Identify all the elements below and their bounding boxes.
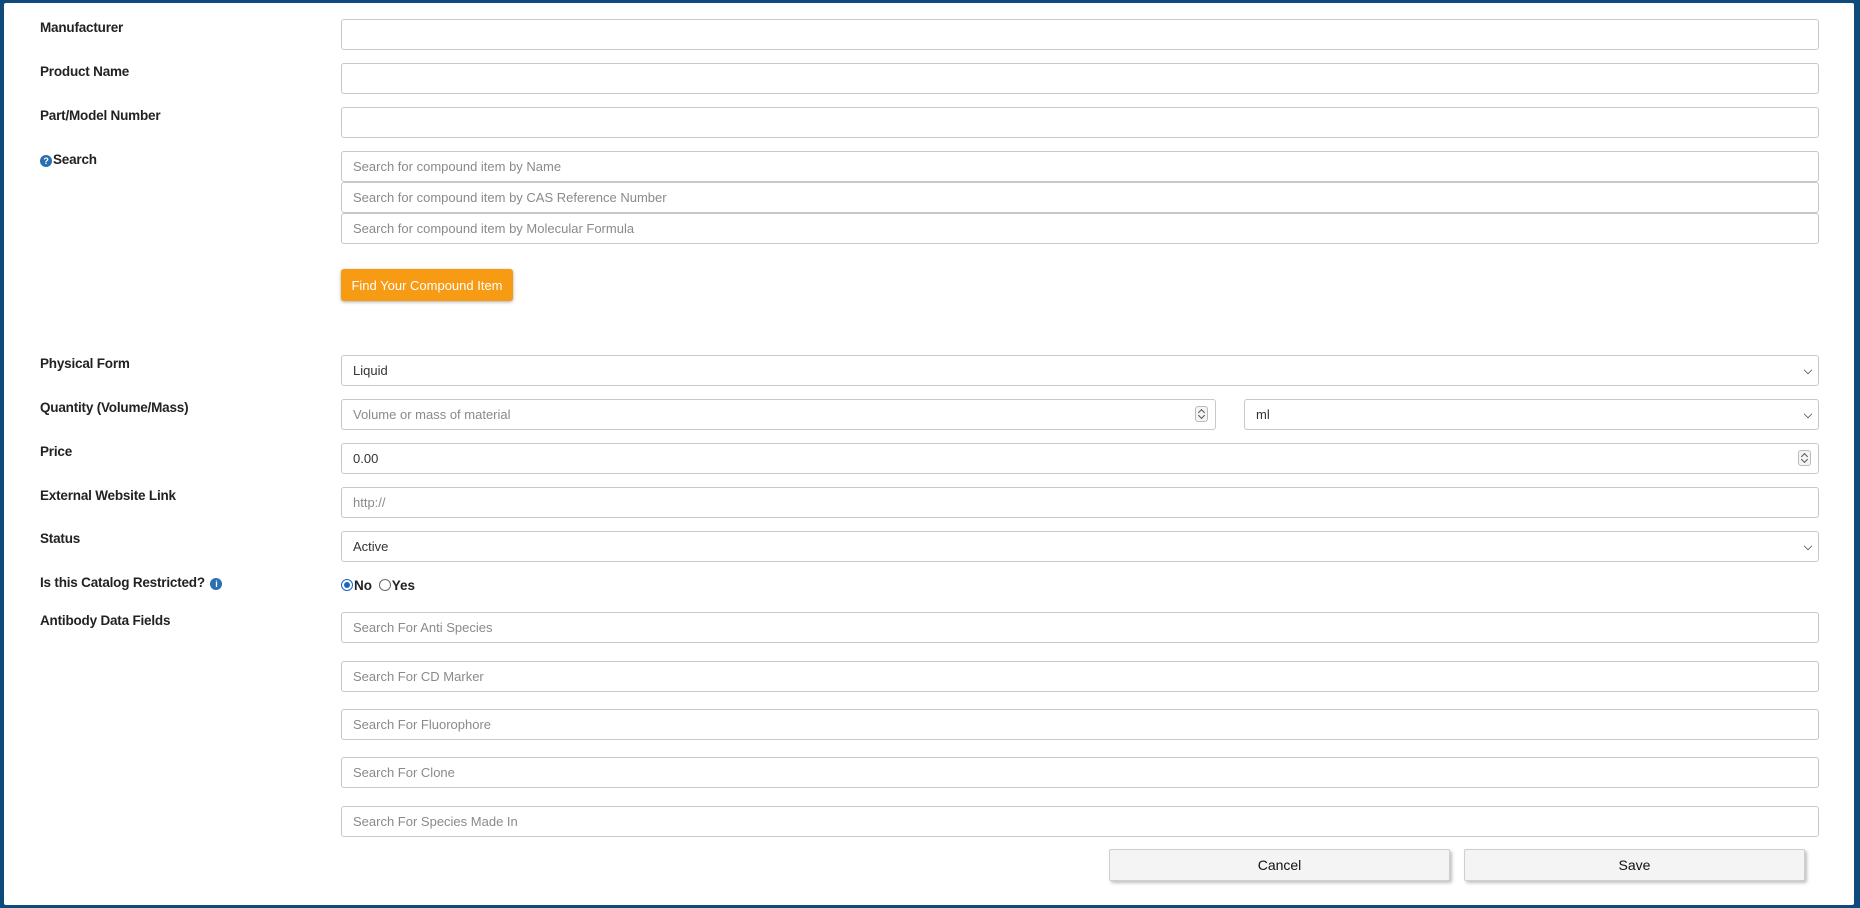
- quantity-unit-value: ml: [1256, 407, 1270, 422]
- quantity-unit-select[interactable]: ml: [1244, 399, 1819, 430]
- help-icon[interactable]: ?: [40, 155, 52, 167]
- status-select[interactable]: Active: [341, 531, 1819, 562]
- price-label: Price: [40, 444, 73, 459]
- restricted-label: Is this Catalog Restricted? i: [40, 575, 223, 590]
- status-value: Active: [353, 539, 389, 554]
- status-label: Status: [40, 531, 81, 546]
- part-model-number-input[interactable]: [341, 107, 1819, 138]
- cancel-button[interactable]: Cancel: [1109, 849, 1450, 881]
- physical-form-value: Liquid: [353, 363, 388, 378]
- product-name-input[interactable]: [341, 63, 1819, 94]
- physical-form-select[interactable]: Liquid: [341, 355, 1819, 386]
- restricted-yes-label: Yes: [391, 578, 416, 593]
- quantity-label: Quantity (Volume/Mass): [40, 400, 189, 415]
- chevron-down-icon: [1803, 365, 1813, 375]
- chevron-down-icon: [1803, 541, 1813, 551]
- product-name-label: Product Name: [40, 64, 130, 79]
- search-by-cas-input[interactable]: [341, 182, 1819, 213]
- price-stepper[interactable]: [1798, 450, 1811, 466]
- catalog-item-dialog: Manufacturer Product Name Part/Model Num…: [4, 3, 1854, 905]
- quantity-field: [341, 399, 1216, 430]
- chevron-down-icon: [1803, 409, 1813, 419]
- external-link-input[interactable]: [341, 487, 1819, 518]
- search-by-formula-input[interactable]: [341, 213, 1819, 244]
- cd-marker-input[interactable]: [341, 661, 1819, 692]
- manufacturer-label: Manufacturer: [40, 20, 124, 35]
- restricted-yes-radio[interactable]: [378, 579, 391, 591]
- species-made-in-input[interactable]: [341, 806, 1819, 837]
- search-by-name-input[interactable]: [341, 151, 1819, 182]
- antibody-label: Antibody Data Fields: [40, 613, 171, 628]
- search-label: ? Search: [40, 152, 97, 167]
- save-button[interactable]: Save: [1464, 849, 1805, 881]
- price-input[interactable]: [341, 443, 1819, 474]
- search-label-text: Search: [53, 152, 97, 167]
- price-field: [341, 443, 1819, 474]
- manufacturer-input[interactable]: [341, 19, 1819, 50]
- restricted-radio-group: No Yes: [341, 578, 415, 593]
- info-icon[interactable]: i: [210, 578, 223, 590]
- anti-species-input[interactable]: [341, 612, 1819, 643]
- part-model-number-label: Part/Model Number: [40, 108, 161, 123]
- restricted-no-label: No: [354, 578, 372, 593]
- quantity-input[interactable]: [341, 399, 1216, 430]
- restricted-no-radio[interactable]: [341, 579, 353, 591]
- fluorophore-input[interactable]: [341, 709, 1819, 740]
- external-link-label: External Website Link: [40, 488, 176, 503]
- quantity-stepper[interactable]: [1195, 406, 1208, 422]
- physical-form-label: Physical Form: [40, 356, 130, 371]
- clone-input[interactable]: [341, 757, 1819, 788]
- find-compound-button[interactable]: Find Your Compound Item: [341, 269, 513, 301]
- restricted-label-text: Is this Catalog Restricted?: [40, 575, 205, 590]
